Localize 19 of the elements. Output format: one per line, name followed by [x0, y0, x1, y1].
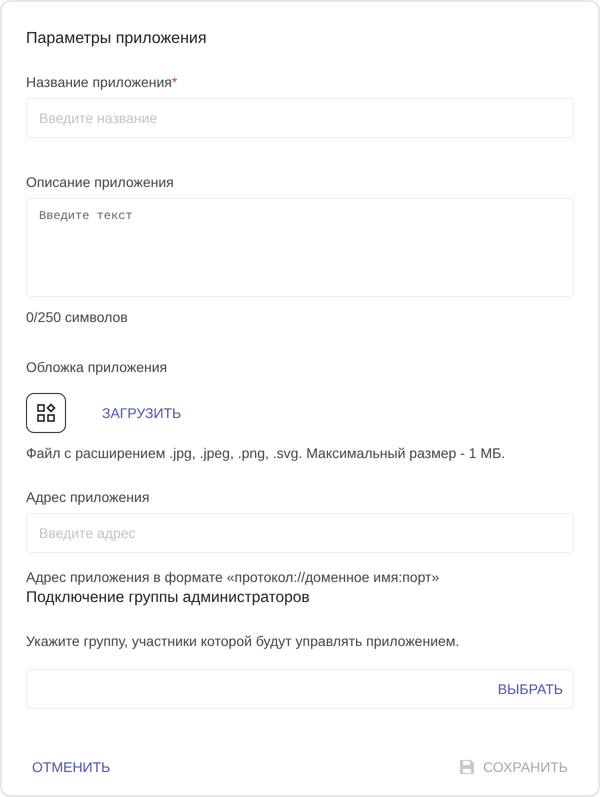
file-hint: Файл с расширением .jpg, .jpeg, .png, .svg. Максимальный размер - 1 МБ.	[26, 445, 506, 461]
field-label: Название приложения*	[26, 74, 178, 90]
group-select-field[interactable]: ВЫБРАТЬ	[26, 669, 574, 709]
cover-upload-tile[interactable]	[26, 393, 66, 433]
field-label: Адрес приложения	[26, 489, 150, 505]
form-title: Параметры приложения	[26, 30, 208, 48]
address-hint: Адрес приложения в формате «протокол://доменное имя:порт»	[26, 569, 440, 585]
name-input[interactable]: Введите название	[26, 98, 574, 138]
field-label: Описание приложения	[26, 174, 175, 190]
address-input[interactable]: Введите адрес	[26, 513, 574, 553]
section-description: Укажите группу, участники которой будут управлять приложением.	[26, 633, 460, 649]
description-input[interactable]: Введите текст	[26, 198, 574, 297]
upload-button[interactable]: ЗАГРУЗИТЬ	[102, 401, 182, 425]
section-heading: Подключение группы администраторов	[26, 589, 311, 607]
field-label: Обложка приложения	[26, 359, 168, 375]
select-button[interactable]: ВЫБРАТЬ	[498, 677, 563, 701]
shapes-icon	[36, 403, 56, 423]
character-counter: 0/250 символов	[26, 309, 129, 325]
cancel-button[interactable]: ОТМЕНИТЬ	[32, 755, 110, 779]
